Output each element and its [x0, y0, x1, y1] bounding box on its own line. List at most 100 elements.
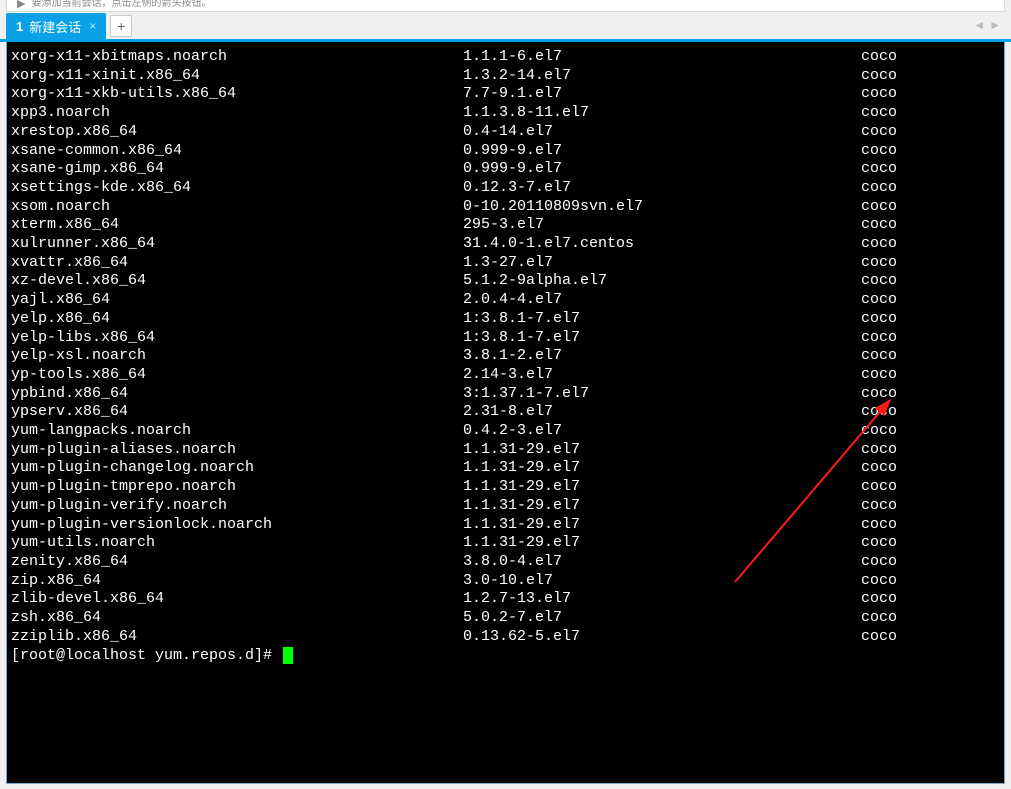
tab-next-icon[interactable]: ►	[989, 18, 1001, 32]
pkg-version: 3:1.37.1-7.el7	[463, 385, 861, 404]
pkg-version: 1.3-27.el7	[463, 254, 861, 273]
pkg-name: xrestop.x86_64	[11, 123, 463, 142]
package-row: xterm.x86_64295-3.el7coco	[11, 216, 1000, 235]
tab-strip: 1 新建会话 × + ◄ ►	[0, 12, 1011, 42]
pkg-name: ypserv.x86_64	[11, 403, 463, 422]
package-row: xpp3.noarch1.1.3.8-11.el7coco	[11, 104, 1000, 123]
pkg-version: 0.4-14.el7	[463, 123, 861, 142]
pkg-version: 0.999-9.el7	[463, 142, 861, 161]
package-row: yum-plugin-versionlock.noarch1.1.31-29.e…	[11, 516, 1000, 535]
pkg-name: xsane-gimp.x86_64	[11, 160, 463, 179]
plus-icon: +	[117, 18, 125, 34]
pkg-version: 1.1.31-29.el7	[463, 459, 861, 478]
pkg-name: yum-plugin-changelog.noarch	[11, 459, 463, 478]
pkg-name: xorg-x11-xkb-utils.x86_64	[11, 85, 463, 104]
package-row: yum-langpacks.noarch0.4.2-3.el7coco	[11, 422, 1000, 441]
package-row: zziplib.x86_640.13.62-5.el7coco	[11, 628, 1000, 647]
pkg-version: 3.0-10.el7	[463, 572, 861, 591]
pkg-repo: coco	[861, 385, 897, 404]
package-row: ypserv.x86_642.31-8.el7coco	[11, 403, 1000, 422]
pkg-version: 1.1.31-29.el7	[463, 478, 861, 497]
pkg-repo: coco	[861, 422, 897, 441]
pkg-name: xsane-common.x86_64	[11, 142, 463, 161]
package-row: zip.x86_643.0-10.el7coco	[11, 572, 1000, 591]
package-row: xorg-x11-xkb-utils.x86_647.7-9.1.el7coco	[11, 85, 1000, 104]
terminal-output: xorg-x11-xbitmaps.noarch1.1.1-6.el7cocox…	[7, 42, 1004, 669]
pkg-repo: coco	[861, 160, 897, 179]
pkg-name: yelp-libs.x86_64	[11, 329, 463, 348]
pkg-repo: coco	[861, 142, 897, 161]
pkg-version: 295-3.el7	[463, 216, 861, 235]
terminal-pane[interactable]: xorg-x11-xbitmaps.noarch1.1.1-6.el7cocox…	[6, 42, 1005, 784]
pkg-name: yum-plugin-aliases.noarch	[11, 441, 463, 460]
package-row: xrestop.x86_640.4-14.el7coco	[11, 123, 1000, 142]
pkg-repo: coco	[861, 590, 897, 609]
pkg-version: 1.1.31-29.el7	[463, 441, 861, 460]
pkg-repo: coco	[861, 347, 897, 366]
pkg-version: 2.31-8.el7	[463, 403, 861, 422]
package-row: zlib-devel.x86_641.2.7-13.el7coco	[11, 590, 1000, 609]
package-row: yum-utils.noarch1.1.31-29.el7coco	[11, 534, 1000, 553]
pkg-name: zziplib.x86_64	[11, 628, 463, 647]
tab-nav: ◄ ►	[973, 18, 1001, 32]
pkg-name: zenity.x86_64	[11, 553, 463, 572]
package-row: yp-tools.x86_642.14-3.el7coco	[11, 366, 1000, 385]
hint-bar: ▶ 要添加当前会话，点击左侧的箭头按钮。	[6, 0, 1005, 12]
tab-label: 新建会话	[29, 17, 81, 36]
pkg-version: 1.2.7-13.el7	[463, 590, 861, 609]
package-row: yelp-xsl.noarch3.8.1-2.el7coco	[11, 347, 1000, 366]
pkg-repo: coco	[861, 553, 897, 572]
cursor-icon	[283, 647, 293, 664]
pkg-version: 1.1.1-6.el7	[463, 48, 861, 67]
shell-prompt: [root@localhost yum.repos.d]#	[11, 647, 281, 666]
pkg-name: xorg-x11-xinit.x86_64	[11, 67, 463, 86]
tab-prev-icon[interactable]: ◄	[973, 18, 985, 32]
pkg-name: yum-plugin-versionlock.noarch	[11, 516, 463, 535]
pkg-repo: coco	[861, 329, 897, 348]
pkg-version: 0.12.3-7.el7	[463, 179, 861, 198]
pkg-name: xz-devel.x86_64	[11, 272, 463, 291]
pkg-version: 2.14-3.el7	[463, 366, 861, 385]
pkg-version: 1.1.3.8-11.el7	[463, 104, 861, 123]
pkg-version: 2.0.4-4.el7	[463, 291, 861, 310]
pkg-name: yp-tools.x86_64	[11, 366, 463, 385]
package-row: xvattr.x86_641.3-27.el7coco	[11, 254, 1000, 273]
pkg-name: yum-langpacks.noarch	[11, 422, 463, 441]
add-tab-button[interactable]: +	[110, 15, 132, 37]
package-row: xz-devel.x86_645.1.2-9alpha.el7coco	[11, 272, 1000, 291]
pkg-version: 5.0.2-7.el7	[463, 609, 861, 628]
pkg-name: ypbind.x86_64	[11, 385, 463, 404]
pkg-repo: coco	[861, 254, 897, 273]
pkg-version: 1:3.8.1-7.el7	[463, 329, 861, 348]
pkg-repo: coco	[861, 179, 897, 198]
pkg-repo: coco	[861, 67, 897, 86]
pkg-name: yajl.x86_64	[11, 291, 463, 310]
pkg-name: zip.x86_64	[11, 572, 463, 591]
pkg-version: 0.13.62-5.el7	[463, 628, 861, 647]
package-row: xorg-x11-xbitmaps.noarch1.1.1-6.el7coco	[11, 48, 1000, 67]
pkg-version: 1.1.31-29.el7	[463, 497, 861, 516]
pkg-name: yelp-xsl.noarch	[11, 347, 463, 366]
pkg-repo: coco	[861, 609, 897, 628]
pkg-repo: coco	[861, 459, 897, 478]
pkg-version: 3.8.0-4.el7	[463, 553, 861, 572]
package-row: xorg-x11-xinit.x86_641.3.2-14.el7coco	[11, 67, 1000, 86]
tab-session-1[interactable]: 1 新建会话 ×	[6, 13, 106, 39]
pkg-name: yum-plugin-tmprepo.noarch	[11, 478, 463, 497]
pkg-repo: coco	[861, 48, 897, 67]
prompt-line[interactable]: [root@localhost yum.repos.d]#	[11, 647, 1000, 666]
package-row: yum-plugin-verify.noarch1.1.31-29.el7coc…	[11, 497, 1000, 516]
hint-text: 要添加当前会话，点击左侧的箭头按钮。	[31, 0, 211, 8]
package-row: yajl.x86_642.0.4-4.el7coco	[11, 291, 1000, 310]
pkg-name: xorg-x11-xbitmaps.noarch	[11, 48, 463, 67]
package-row: xsettings-kde.x86_640.12.3-7.el7coco	[11, 179, 1000, 198]
pkg-repo: coco	[861, 572, 897, 591]
pkg-version: 31.4.0-1.el7.centos	[463, 235, 861, 254]
package-row: xsane-common.x86_640.999-9.el7coco	[11, 142, 1000, 161]
pkg-version: 1.1.31-29.el7	[463, 516, 861, 535]
package-row: yum-plugin-changelog.noarch1.1.31-29.el7…	[11, 459, 1000, 478]
pkg-name: yum-utils.noarch	[11, 534, 463, 553]
pkg-repo: coco	[861, 534, 897, 553]
pkg-repo: coco	[861, 628, 897, 647]
close-icon[interactable]: ×	[89, 19, 96, 33]
